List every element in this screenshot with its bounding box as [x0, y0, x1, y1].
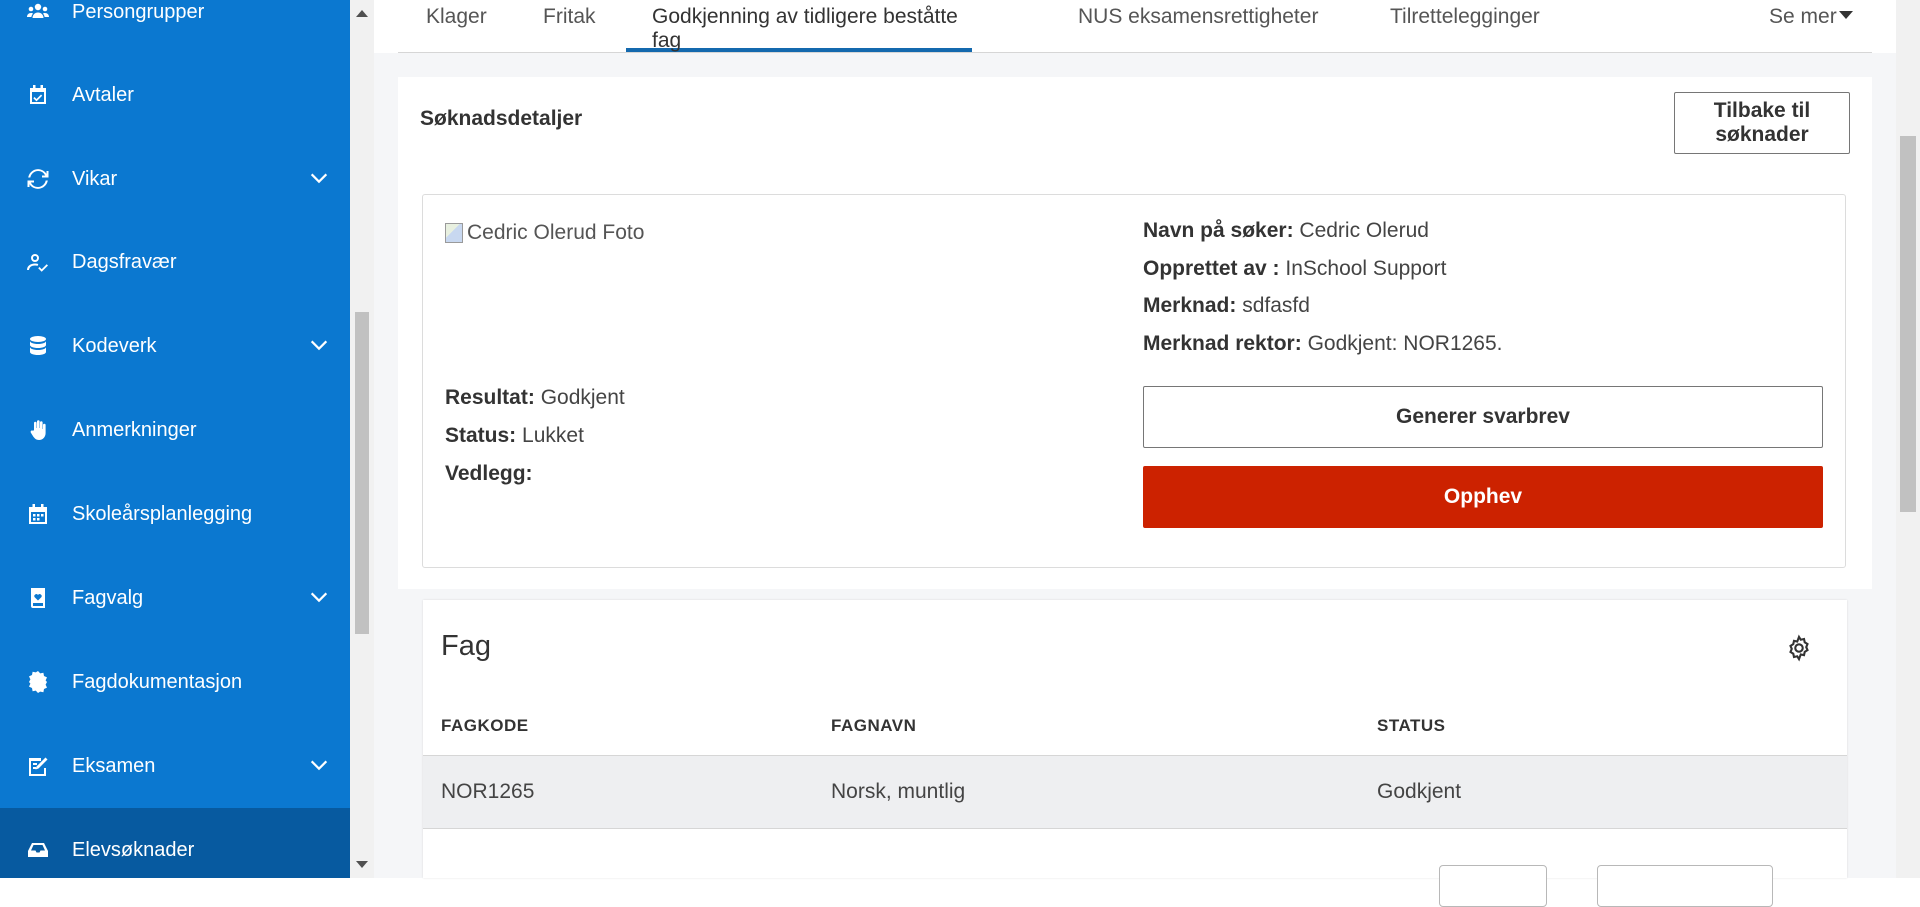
- applicant-name-field: Navn på søker: Cedric Olerud: [1143, 219, 1429, 243]
- field-value: Godkjent: [540, 386, 625, 409]
- tab-tilrettelegginger[interactable]: Tilrettelegginger: [1390, 0, 1540, 52]
- inbox-icon: [24, 836, 52, 864]
- subjects-title: Fag: [441, 630, 491, 662]
- sidebar-item-skolearsplanlegging[interactable]: Skoleårsplanlegging: [0, 472, 350, 556]
- book-heart-icon: [24, 584, 52, 612]
- exam-edit-icon: [24, 752, 52, 780]
- scroll-down-arrow[interactable]: [356, 861, 368, 868]
- column-header-fagkode[interactable]: FAGKODE: [441, 716, 529, 736]
- column-header-status[interactable]: STATUS: [1377, 716, 1445, 736]
- tab-fritak[interactable]: Fritak: [543, 0, 596, 52]
- photo-alt-text: Cedric Olerud Foto: [467, 221, 645, 244]
- sidebar-item-label: Persongrupper: [72, 0, 205, 23]
- database-icon: [24, 332, 52, 360]
- calendar-check-icon: [24, 81, 52, 109]
- sidebar-item-label: Eksamen: [72, 754, 156, 777]
- broken-image-icon: [445, 223, 463, 243]
- people-group-icon: [24, 0, 52, 26]
- pagination-control[interactable]: [1439, 865, 1547, 907]
- sidebar-item-label: Elevsøknader: [72, 838, 195, 861]
- field-label: Merknad rektor:: [1143, 332, 1302, 355]
- calendar-icon: [24, 500, 52, 528]
- hand-icon: [24, 416, 52, 444]
- column-header-fagnavn[interactable]: FAGNAVN: [831, 716, 916, 736]
- created-by-field: Opprettet av : InSchool Support: [1143, 257, 1446, 281]
- sidebar-item-persongrupper[interactable]: Persongrupper: [0, 0, 350, 54]
- user-check-icon: [24, 248, 52, 276]
- details-box: Cedric Olerud Foto Resultat: Godkjent St…: [422, 194, 1846, 568]
- attachment-field: Vedlegg:: [445, 462, 533, 486]
- details-panel: Cedric Olerud Foto Resultat: Godkjent St…: [398, 171, 1872, 589]
- caret-down-icon: [1838, 11, 1853, 19]
- sidebar-item-elevsoknader[interactable]: Elevsøknader: [0, 808, 350, 878]
- sidebar-item-label: Kodeverk: [72, 334, 157, 357]
- sidebar-item-vikar[interactable]: Vikar: [0, 137, 350, 221]
- cell-fagnavn: Norsk, muntlig: [831, 780, 966, 803]
- cell-fagkode: NOR1265: [441, 780, 535, 803]
- sidebar-item-dagsfravaer[interactable]: Dagsfravær: [0, 220, 350, 304]
- scrollbar-thumb[interactable]: [355, 312, 369, 634]
- tab-bar: Klager Fritak Godkjenning av tidligere b…: [398, 0, 1872, 53]
- field-value: sdfasfd: [1242, 294, 1310, 317]
- sidebar-item-fagvalg[interactable]: Fagvalg: [0, 556, 350, 640]
- sidebar-item-kodeverk[interactable]: Kodeverk: [0, 304, 350, 388]
- status-field: Status: Lukket: [445, 424, 584, 448]
- applicant-photo: Cedric Olerud Foto: [445, 221, 644, 245]
- sidebar-item-anmerkninger[interactable]: Anmerkninger: [0, 388, 350, 472]
- sidebar-item-label: Dagsfravær: [72, 250, 177, 273]
- page-title: Søknadsdetaljer: [420, 107, 583, 130]
- badge-icon: [24, 668, 52, 696]
- sidebar-item-label: Vikar: [72, 167, 118, 190]
- gear-icon[interactable]: [1785, 634, 1813, 662]
- sidebar-item-avtaler[interactable]: Avtaler: [0, 53, 350, 137]
- sidebar-scrollbar[interactable]: [350, 0, 374, 878]
- sidebar-item-label: Skoleårsplanlegging: [72, 502, 253, 525]
- pagination-control[interactable]: [1597, 865, 1773, 907]
- field-value: InSchool Support: [1285, 257, 1447, 280]
- chevron-down-icon[interactable]: [308, 754, 332, 778]
- sidebar-item-label: Fagdokumentasjon: [72, 670, 243, 693]
- sidebar-item-label: Fagvalg: [72, 586, 144, 609]
- chevron-down-icon[interactable]: [308, 167, 332, 191]
- sidebar-item-eksamen[interactable]: Eksamen: [0, 724, 350, 808]
- page-scrollbar[interactable]: [1896, 0, 1920, 878]
- scrollbar-thumb[interactable]: [1900, 136, 1916, 512]
- tab-se-mer-label: Se mer: [1769, 5, 1837, 28]
- principal-note-field: Merknad rektor: Godkjent: NOR1265.: [1143, 332, 1503, 356]
- note-field: Merknad: sdfasfd: [1143, 294, 1310, 318]
- back-to-applications-button[interactable]: Tilbake til søknader: [1674, 92, 1850, 154]
- tab-godkjenning[interactable]: Godkjenning av tidligere beståtte fag: [626, 0, 972, 52]
- sync-icon: [24, 165, 52, 193]
- field-label: Navn på søker:: [1143, 219, 1294, 242]
- field-value: Godkjent: NOR1265.: [1307, 332, 1503, 355]
- cell-status: Godkjent: [1377, 780, 1462, 803]
- revoke-button[interactable]: Opphev: [1143, 466, 1823, 528]
- result-field: Resultat: Godkjent: [445, 386, 625, 410]
- field-label: Opprettet av :: [1143, 257, 1280, 280]
- table-row[interactable]: NOR1265 Norsk, muntlig Godkjent: [423, 756, 1847, 829]
- chevron-down-icon[interactable]: [308, 334, 332, 358]
- field-label: Merknad:: [1143, 294, 1237, 317]
- tab-klager[interactable]: Klager: [426, 0, 487, 52]
- sidebar-item-label: Avtaler: [72, 83, 134, 106]
- sidebar-item-fagdokumentasjon[interactable]: Fagdokumentasjon: [0, 640, 350, 724]
- field-label: Vedlegg:: [445, 462, 533, 485]
- sidebar: Persongrupper Avtaler Vikar Dagsfravær K…: [0, 0, 350, 878]
- field-value: Cedric Olerud: [1299, 219, 1429, 242]
- chevron-down-icon[interactable]: [308, 586, 332, 610]
- field-label: Status:: [445, 424, 517, 447]
- sidebar-item-label: Anmerkninger: [72, 418, 197, 441]
- subjects-card: Fag FAGKODE FAGNAVN STATUS NOR1265 Norsk…: [423, 600, 1847, 907]
- generate-reply-letter-button[interactable]: Generer svarbrev: [1143, 386, 1823, 448]
- field-value: Lukket: [522, 424, 584, 447]
- details-header: Søknadsdetaljer Tilbake til søknader: [398, 77, 1872, 171]
- scroll-up-arrow[interactable]: [356, 10, 368, 17]
- tab-se-mer[interactable]: Se mer: [1769, 0, 1853, 52]
- tab-nus[interactable]: NUS eksamensrettigheter: [1078, 0, 1318, 52]
- field-label: Resultat:: [445, 386, 535, 409]
